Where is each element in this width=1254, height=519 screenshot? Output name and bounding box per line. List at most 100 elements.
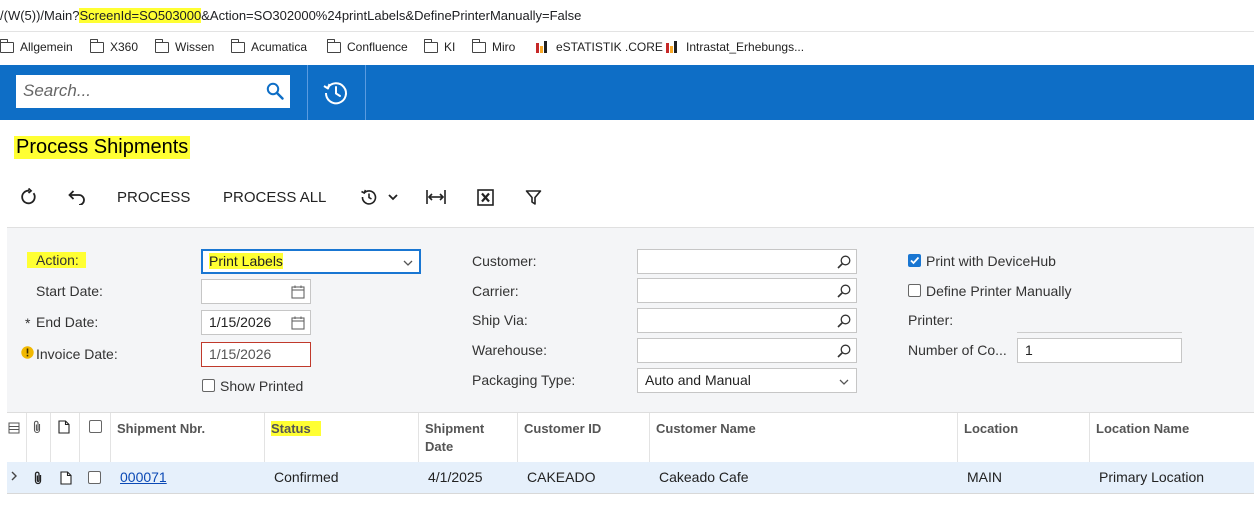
search-icon[interactable]: [836, 283, 852, 299]
select-all-checkbox[interactable]: [89, 420, 102, 433]
undo-button[interactable]: [67, 180, 87, 214]
refresh-button[interactable]: [20, 180, 38, 214]
bookmark-miro[interactable]: Miro: [472, 38, 515, 54]
filter-panel: Action: Print Labels Start Date: * End D…: [7, 227, 1254, 413]
required-indicator: *: [25, 315, 31, 331]
ship-via-label: Ship Via:: [472, 312, 528, 328]
row-select-checkbox[interactable]: [88, 471, 101, 484]
location-cell: MAIN: [967, 469, 1002, 485]
folder-icon: [231, 38, 245, 53]
customer-name-cell: Cakeado Cafe: [659, 469, 749, 485]
grid-settings-icon: [8, 422, 20, 434]
printer-field-line: [1017, 332, 1182, 333]
row-note[interactable]: [60, 462, 72, 493]
fit-width-icon: [426, 190, 446, 204]
page-title: Process Shipments: [14, 136, 191, 159]
url-suffix: &Action=SO302000%24printLabels&DefinePri…: [201, 8, 582, 23]
row-attachment[interactable]: [32, 462, 44, 493]
define-printer-checkbox[interactable]: [908, 284, 921, 297]
shipment-link[interactable]: 000071: [120, 469, 167, 485]
bookmark-ki[interactable]: KI: [424, 38, 455, 54]
schedule-button[interactable]: [360, 180, 398, 214]
history-icon[interactable]: [320, 77, 352, 109]
process-button[interactable]: PROCESS: [117, 180, 190, 214]
url-highlight: ScreenId=SO503000: [79, 8, 202, 23]
search-icon[interactable]: [266, 82, 284, 100]
chevron-right-icon: [11, 471, 17, 481]
end-date-field[interactable]: 1/15/2026: [201, 310, 311, 335]
packaging-type-label: Packaging Type:: [472, 372, 576, 388]
col-customer-id[interactable]: Customer ID: [517, 413, 649, 462]
print-devicehub-label: Print with DeviceHub: [926, 253, 1056, 269]
bookmark-wissen[interactable]: Wissen: [155, 38, 214, 54]
search-icon[interactable]: [836, 313, 852, 329]
note-icon: [60, 471, 72, 485]
toolbar: PROCESS PROCESS ALL: [0, 180, 1254, 214]
chevron-down-icon: [839, 379, 849, 385]
bookmark-confluence[interactable]: Confluence: [327, 38, 408, 54]
warning-icon: [21, 346, 34, 359]
fit-columns-button[interactable]: [426, 180, 446, 214]
filter-icon: [525, 189, 542, 205]
start-date-label: Start Date:: [36, 283, 103, 299]
ship-via-field[interactable]: [637, 308, 857, 333]
warehouse-label: Warehouse:: [472, 342, 547, 358]
col-location-name[interactable]: Location Name: [1089, 413, 1254, 462]
export-excel-button[interactable]: [477, 180, 494, 214]
folder-icon: [0, 38, 14, 53]
grid-header: Shipment Nbr. Status Shipment Date Custo…: [7, 412, 1254, 463]
carrier-field[interactable]: [637, 278, 857, 303]
table-row[interactable]: 000071 Confirmed 4/1/2025 CAKEADO Cakead…: [7, 462, 1254, 494]
invoice-date-field[interactable]: 1/15/2026: [201, 342, 311, 367]
calendar-icon[interactable]: [290, 315, 306, 331]
col-shipment-date[interactable]: Shipment Date: [418, 413, 517, 462]
location-name-cell: Primary Location: [1099, 469, 1205, 485]
folder-icon: [90, 38, 104, 53]
search-icon[interactable]: [836, 343, 852, 359]
url-prefix: /(W(5))/Main?: [0, 8, 80, 23]
col-shipment-nbr[interactable]: Shipment Nbr.: [110, 413, 264, 462]
statistics-icon: [666, 41, 680, 53]
customer-field[interactable]: [637, 249, 857, 274]
refresh-icon: [21, 188, 36, 205]
search-box: [16, 75, 290, 108]
checkmark-icon: [910, 256, 920, 265]
paperclip-icon: [33, 420, 41, 434]
col-location[interactable]: Location: [957, 413, 1089, 462]
bookmark-acumatica[interactable]: Acumatica: [231, 38, 307, 54]
appbar-divider: [365, 65, 366, 120]
shipment-nbr-cell[interactable]: 000071: [120, 462, 167, 493]
action-select[interactable]: Print Labels: [201, 249, 421, 274]
bookmark-intrastat[interactable]: Intrastat_Erhebungs...: [666, 40, 804, 54]
bookmark-x360[interactable]: X360: [90, 38, 138, 54]
calendar-icon[interactable]: [290, 284, 306, 300]
process-all-button[interactable]: PROCESS ALL: [223, 180, 326, 214]
address-bar[interactable]: /(W(5))/Main?ScreenId=SO503000&Action=SO…: [0, 0, 1254, 32]
statistics-icon: [536, 41, 550, 53]
bookmark-allgemein[interactable]: Allgemein: [0, 38, 73, 54]
chevron-down-icon: [388, 194, 398, 201]
end-date-label: End Date:: [36, 314, 99, 330]
undo-icon: [68, 190, 85, 205]
col-status[interactable]: Status: [264, 413, 418, 462]
action-label: Action:: [27, 252, 86, 268]
packaging-type-select[interactable]: Auto and Manual: [637, 368, 857, 393]
num-copies-label: Number of Co...: [908, 342, 1007, 358]
start-date-field[interactable]: [201, 279, 311, 304]
folder-icon: [327, 38, 341, 53]
search-input[interactable]: [16, 75, 253, 106]
row-expand-icon[interactable]: [10, 462, 18, 493]
filter-button[interactable]: [525, 180, 542, 214]
customer-id-cell: CAKEADO: [527, 469, 596, 485]
select-all-header[interactable]: [79, 413, 110, 462]
chevron-down-icon: [403, 260, 413, 266]
define-printer-label: Define Printer Manually: [926, 283, 1072, 299]
print-devicehub-checkbox[interactable]: [908, 254, 921, 267]
num-copies-field[interactable]: 1: [1017, 338, 1182, 363]
warehouse-field[interactable]: [637, 338, 857, 363]
show-printed-checkbox[interactable]: [202, 379, 215, 392]
search-icon[interactable]: [836, 254, 852, 270]
col-customer-name[interactable]: Customer Name: [649, 413, 957, 462]
row-selector-header[interactable]: [7, 413, 26, 462]
bookmark-estatistik[interactable]: eSTATISTIK .CORE: [536, 40, 663, 54]
